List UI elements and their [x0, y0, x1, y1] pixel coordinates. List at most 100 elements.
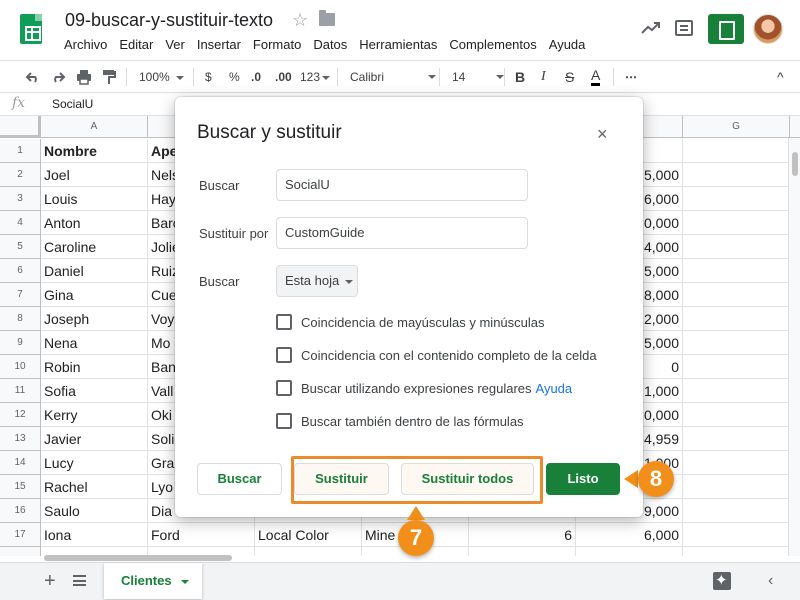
redo-icon[interactable] [50, 70, 66, 84]
text-color-button[interactable]: A [591, 67, 601, 86]
cell-g[interactable] [683, 355, 790, 379]
decrease-decimals-button[interactable]: .0 [251, 67, 261, 87]
cell-g[interactable] [683, 331, 790, 355]
cell-a[interactable]: Caroline [41, 235, 148, 259]
activity-trend-icon[interactable] [641, 20, 661, 36]
cell-a[interactable]: Rachel [41, 475, 148, 499]
menu-ayuda[interactable]: Ayuda [543, 37, 592, 52]
row-header[interactable]: 16 [0, 499, 41, 523]
row-header[interactable]: 6 [0, 259, 41, 283]
column-header-g[interactable]: G [683, 116, 790, 138]
share-button[interactable] [708, 14, 744, 44]
cell-g[interactable] [683, 283, 790, 307]
cell-g[interactable] [683, 451, 790, 475]
replace-input[interactable]: CustomGuide [276, 217, 528, 249]
cell-g[interactable] [683, 259, 790, 283]
row-header[interactable]: 2 [0, 163, 41, 187]
paint-format-icon[interactable] [102, 69, 116, 85]
row-header[interactable]: 7 [0, 283, 41, 307]
cell-g[interactable] [683, 139, 790, 163]
star-icon[interactable]: ☆ [292, 10, 308, 31]
row-header[interactable]: 10 [0, 355, 41, 379]
cell-a[interactable]: Kerry [41, 403, 148, 427]
bold-button[interactable]: B [515, 67, 525, 87]
folder-icon[interactable] [319, 10, 335, 26]
cell-a[interactable]: Joel [41, 163, 148, 187]
checkbox[interactable] [276, 380, 292, 396]
cell-g[interactable] [683, 403, 790, 427]
cell-a[interactable]: Nena [41, 331, 148, 355]
document-title[interactable]: 09-buscar-y-sustituir-texto [65, 10, 273, 31]
cell-g[interactable] [683, 163, 790, 187]
cell-g[interactable] [683, 499, 790, 523]
cell-g[interactable] [683, 187, 790, 211]
avatar[interactable] [753, 14, 783, 44]
menu-datos[interactable]: Datos [307, 37, 353, 52]
vertical-scrollbar[interactable] [788, 138, 800, 556]
menu-formato[interactable]: Formato [247, 37, 307, 52]
cell-a[interactable]: Gina [41, 283, 148, 307]
cell-b[interactable]: Ford [148, 523, 255, 547]
cell-g[interactable] [683, 475, 790, 499]
undo-icon[interactable] [25, 70, 41, 84]
cell-a[interactable]: Nombre [41, 139, 148, 163]
done-button[interactable]: Listo [546, 463, 620, 495]
row-header[interactable]: 11 [0, 379, 41, 403]
collapse-toolbar-button[interactable]: ^ [777, 67, 784, 87]
option-match-case[interactable]: Coincidencia de mayúsculas y minúsculas [276, 314, 545, 330]
help-link[interactable]: Ayuda [536, 381, 573, 396]
increase-decimals-button[interactable]: .00 [275, 67, 292, 87]
row-header[interactable]: 15 [0, 475, 41, 499]
all-sheets-list-icon[interactable] [73, 575, 86, 586]
cell-a[interactable]: Iona [41, 523, 148, 547]
cell-a[interactable]: Saulo [41, 499, 148, 523]
font-family-select[interactable]: Calibri [350, 67, 436, 87]
currency-button[interactable]: $ [205, 67, 212, 87]
checkbox[interactable] [276, 347, 292, 363]
checkbox[interactable] [276, 314, 292, 330]
cell-f[interactable]: 6,000 [576, 523, 683, 547]
sheet-tab-clientes[interactable]: Clientes [104, 563, 202, 599]
strikethrough-button[interactable]: S [565, 67, 574, 87]
row-header[interactable]: 9 [0, 331, 41, 355]
menu-editar[interactable]: Editar [113, 37, 159, 52]
number-format-select[interactable]: 123 [300, 67, 331, 87]
more-options-button[interactable]: ⋯ [625, 67, 637, 87]
add-sheet-button[interactable]: + [44, 570, 56, 593]
search-scope-select[interactable]: Esta hoja [276, 265, 358, 297]
row-header[interactable]: 12 [0, 403, 41, 427]
menu-archivo[interactable]: Archivo [58, 37, 113, 52]
menu-insertar[interactable]: Insertar [191, 37, 247, 52]
percent-button[interactable]: % [229, 67, 240, 87]
cell-g[interactable] [683, 307, 790, 331]
zoom-select[interactable]: 100% [139, 67, 184, 87]
column-header-a[interactable]: A [41, 116, 148, 138]
row-header[interactable]: 3 [0, 187, 41, 211]
explore-icon[interactable] [713, 571, 731, 590]
cell-g[interactable] [683, 427, 790, 451]
option-match-entire-cell[interactable]: Coincidencia con el contenido completo d… [276, 347, 597, 363]
italic-button[interactable]: I [541, 67, 546, 87]
cell-a[interactable]: Louis [41, 187, 148, 211]
cell-a[interactable]: Anton [41, 211, 148, 235]
cell-a[interactable]: Javier [41, 427, 148, 451]
close-icon[interactable]: × [597, 124, 608, 145]
cell-a[interactable]: Joseph [41, 307, 148, 331]
cell-g[interactable] [683, 523, 790, 547]
find-button[interactable]: Buscar [197, 463, 282, 495]
cell-a[interactable]: Daniel [41, 259, 148, 283]
cell-e[interactable]: 6 [469, 523, 576, 547]
chevron-left-icon[interactable]: ‹ [768, 572, 773, 590]
cell-a[interactable]: Robin [41, 355, 148, 379]
comment-icon[interactable] [675, 20, 693, 36]
cell-g[interactable] [683, 235, 790, 259]
cell-c[interactable]: Local Color [255, 523, 362, 547]
row-header[interactable]: 14 [0, 451, 41, 475]
scrollbar-thumb[interactable] [44, 555, 232, 561]
cell-g[interactable] [683, 211, 790, 235]
row-header[interactable]: 8 [0, 307, 41, 331]
select-all-corner[interactable] [0, 116, 41, 138]
scrollbar-thumb[interactable] [792, 152, 798, 176]
print-icon[interactable] [76, 69, 92, 85]
option-search-formulas[interactable]: Buscar también dentro de las fórmulas [276, 413, 524, 429]
